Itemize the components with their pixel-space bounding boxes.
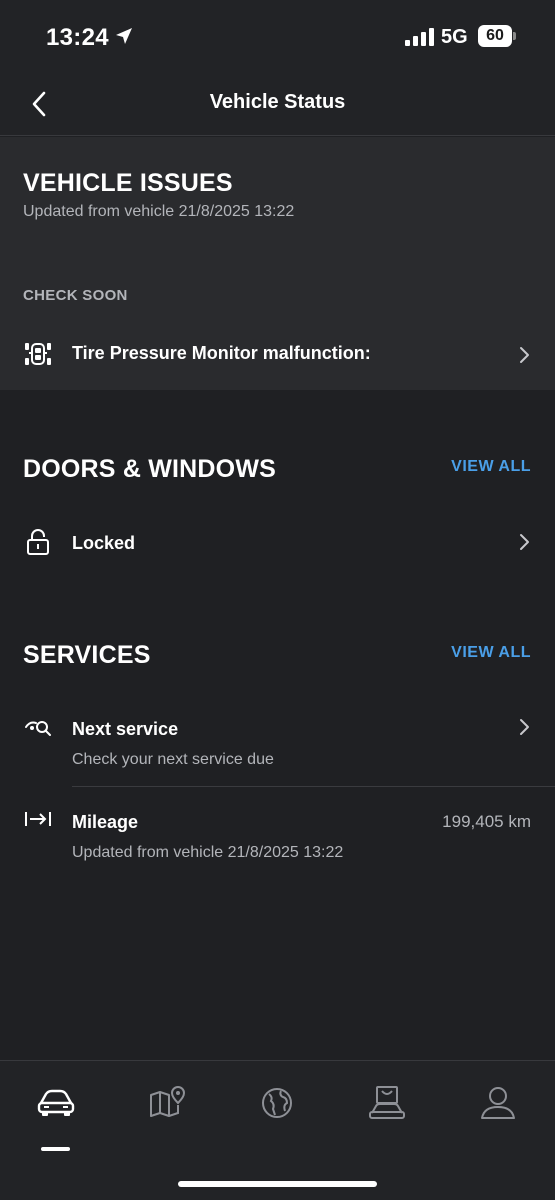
service-check-icon (25, 721, 51, 736)
battery-tip (513, 32, 516, 40)
signal-strength-icon (405, 28, 434, 46)
map-icon (150, 1086, 186, 1117)
mileage-value: 199,405 km (442, 812, 531, 831)
vehicle-issues-title: VEHICLE ISSUES (23, 169, 233, 197)
location-arrow-icon (116, 28, 132, 44)
battery-level: 60 (478, 25, 512, 47)
page-title: Vehicle Status (209, 91, 346, 113)
tab-globe[interactable] (247, 1081, 307, 1141)
services-view-all-link[interactable]: VIEW ALL (451, 644, 531, 662)
next-service-label: Next service (72, 719, 179, 739)
network-type: 5G (441, 26, 468, 48)
mileage-sub: Updated from vehicle 21/8/2025 13:22 (72, 844, 344, 861)
tab-bar (0, 1060, 555, 1200)
doors-windows-title: DOORS & WINDOWS (23, 455, 276, 483)
services-title: SERVICES (23, 641, 151, 669)
tire-pressure-icon (25, 343, 51, 365)
car-icon (37, 1089, 75, 1116)
services-divider (72, 786, 555, 787)
status-bar: 13:24 5G 60 (0, 0, 555, 72)
shop-car-icon (369, 1086, 405, 1119)
tab-vehicle[interactable] (26, 1081, 86, 1151)
tab-profile[interactable] (468, 1081, 528, 1141)
mileage-label: Mileage (72, 812, 139, 832)
next-service-row[interactable]: Next service Check your next service due (0, 705, 555, 785)
mileage-row: Mileage Updated from vehicle 21/8/2025 1… (0, 800, 555, 876)
chevron-right-icon (520, 534, 529, 550)
next-service-sub: Check your next service due (72, 751, 274, 768)
home-indicator[interactable] (178, 1181, 377, 1187)
issue-row-tire-pressure[interactable]: Tire Pressure Monitor malfunction: (0, 329, 555, 381)
doors-view-all-link[interactable]: VIEW ALL (451, 458, 531, 476)
check-soon-label: CHECK SOON (23, 287, 128, 304)
mileage-arrow-icon (25, 812, 51, 826)
doors-locked-row[interactable]: Locked (0, 520, 555, 566)
vehicle-issues-updated: Updated from vehicle 21/8/2025 13:22 (23, 203, 295, 220)
battery-icon: 60 (478, 25, 516, 47)
globe-icon (262, 1088, 292, 1118)
lock-icon (27, 529, 49, 555)
tab-map[interactable] (137, 1081, 197, 1141)
active-tab-indicator (41, 1147, 70, 1151)
nav-header: Vehicle Status (0, 72, 555, 136)
profile-icon (481, 1087, 515, 1119)
issue-label: Tire Pressure Monitor malfunction: (72, 343, 371, 363)
vehicle-issues-panel: VEHICLE ISSUES Updated from vehicle 21/8… (0, 137, 555, 390)
status-time: 13:24 (46, 24, 109, 51)
tab-shop[interactable] (357, 1081, 417, 1141)
doors-status-label: Locked (72, 533, 136, 553)
chevron-right-icon (520, 719, 529, 735)
chevron-right-icon (520, 347, 529, 363)
